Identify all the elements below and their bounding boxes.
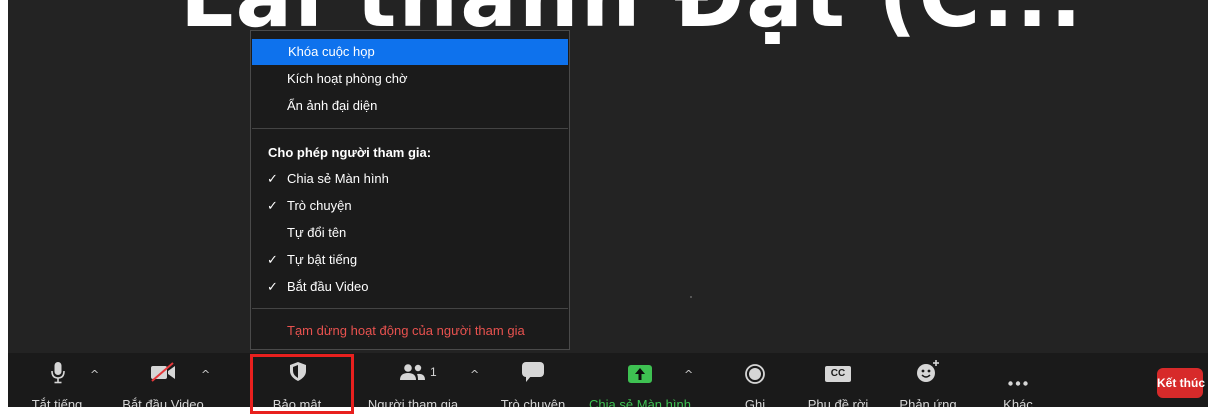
waiting-room-label: Kích hoạt phòng chờ xyxy=(287,71,408,86)
permission-label: Chia sẻ Màn hình xyxy=(287,171,389,186)
participants-button[interactable]: 1 Người tham gia xyxy=(363,353,468,407)
participants-count: 1 xyxy=(430,365,437,379)
microphone-icon xyxy=(51,362,65,389)
security-menu: Khóa cuộc họp Kích hoạt phòng chờ Ẩn ảnh… xyxy=(250,30,570,350)
share-screen-button[interactable]: Chia sẻ Màn hình xyxy=(578,353,691,407)
menu-item-rename-self[interactable]: Tự đổi tên xyxy=(251,220,569,246)
video-stage: Lại thành Đạt (C... xyxy=(8,0,1208,353)
share-screen-label: Chia sẻ Màn hình xyxy=(589,397,691,407)
mute-options-caret-icon[interactable]: ^ xyxy=(90,368,99,381)
suspend-label: Tạm dừng hoạt động của người tham gia xyxy=(287,323,525,338)
menu-item-lock-meeting[interactable]: Khóa cuộc họp xyxy=(252,39,568,65)
check-icon: ✓ xyxy=(267,198,278,213)
participants-label: Người tham gia xyxy=(367,397,459,407)
menu-item-chat[interactable]: ✓ Trò chuyện xyxy=(251,193,569,219)
permission-label: Bắt đầu Video xyxy=(287,279,369,294)
menu-divider xyxy=(252,128,568,129)
menu-item-hide-profile-pictures[interactable]: Ẩn ảnh đại diện xyxy=(251,93,569,119)
menu-item-unmute-self[interactable]: ✓ Tự bật tiếng xyxy=(251,247,569,273)
security-label: Bảo mật xyxy=(272,397,322,407)
video-options-caret-icon[interactable]: ^ xyxy=(201,368,210,381)
record-icon xyxy=(745,364,765,389)
cc-badge-text: CC xyxy=(830,368,846,379)
chat-button[interactable]: Trò chuyện xyxy=(493,353,578,407)
check-icon: ✓ xyxy=(267,252,278,267)
hide-profile-label: Ẩn ảnh đại diện xyxy=(287,98,378,113)
emoji-add-icon xyxy=(916,359,940,388)
allow-participants-header: Cho phép người tham gia: xyxy=(268,145,432,160)
video-off-icon xyxy=(149,362,177,387)
menu-item-suspend-participant-activities[interactable]: Tạm dừng hoạt động của người tham gia xyxy=(251,318,569,344)
captions-button[interactable]: CC Phụ đề rời xyxy=(798,353,888,407)
share-options-caret-icon[interactable]: ^ xyxy=(684,368,693,381)
stage-speck xyxy=(690,296,692,298)
reactions-button[interactable]: Phản ứng xyxy=(888,353,968,407)
more-button[interactable]: Khác xyxy=(983,353,1053,407)
mute-button[interactable]: Tắt tiếng xyxy=(8,353,103,407)
record-button[interactable]: Ghi xyxy=(723,353,788,407)
closed-captions-icon: CC xyxy=(825,366,851,382)
more-label: Khác xyxy=(1003,397,1033,407)
end-meeting-button[interactable]: Kết thúc xyxy=(1157,368,1205,398)
captions-label: Phụ đề rời xyxy=(807,397,869,407)
meeting-toolbar: Tắt tiếng ^ Bắt đầu Video ^ Bảo mật 1 Ng… xyxy=(8,353,1208,407)
record-label: Ghi xyxy=(744,397,766,407)
participants-options-caret-icon[interactable]: ^ xyxy=(470,368,479,381)
ellipsis-icon xyxy=(1008,373,1028,391)
menu-item-start-video[interactable]: ✓ Bắt đầu Video xyxy=(251,274,569,300)
check-icon: ✓ xyxy=(267,279,278,294)
security-button[interactable]: Bảo mật xyxy=(253,353,353,407)
participants-icon: 1 xyxy=(400,364,437,385)
reactions-label: Phản ứng xyxy=(899,397,957,407)
start-video-label: Bắt đầu Video xyxy=(122,397,204,407)
menu-item-share-screen[interactable]: ✓ Chia sẻ Màn hình xyxy=(251,166,569,192)
menu-item-enable-waiting-room[interactable]: Kích hoạt phòng chờ xyxy=(251,66,569,92)
chat-bubble-icon xyxy=(522,362,544,387)
permission-label: Tự đổi tên xyxy=(287,225,347,240)
lock-meeting-label: Khóa cuộc họp xyxy=(288,44,375,59)
share-screen-arrow-icon xyxy=(628,365,652,388)
permission-label: Tự bật tiếng xyxy=(287,252,358,267)
check-icon: ✓ xyxy=(267,171,278,186)
menu-divider xyxy=(252,308,568,309)
shield-icon xyxy=(290,362,306,386)
chat-label: Trò chuyện xyxy=(500,397,566,407)
permission-label: Trò chuyện xyxy=(287,198,352,213)
mute-label: Tắt tiếng xyxy=(31,397,83,407)
